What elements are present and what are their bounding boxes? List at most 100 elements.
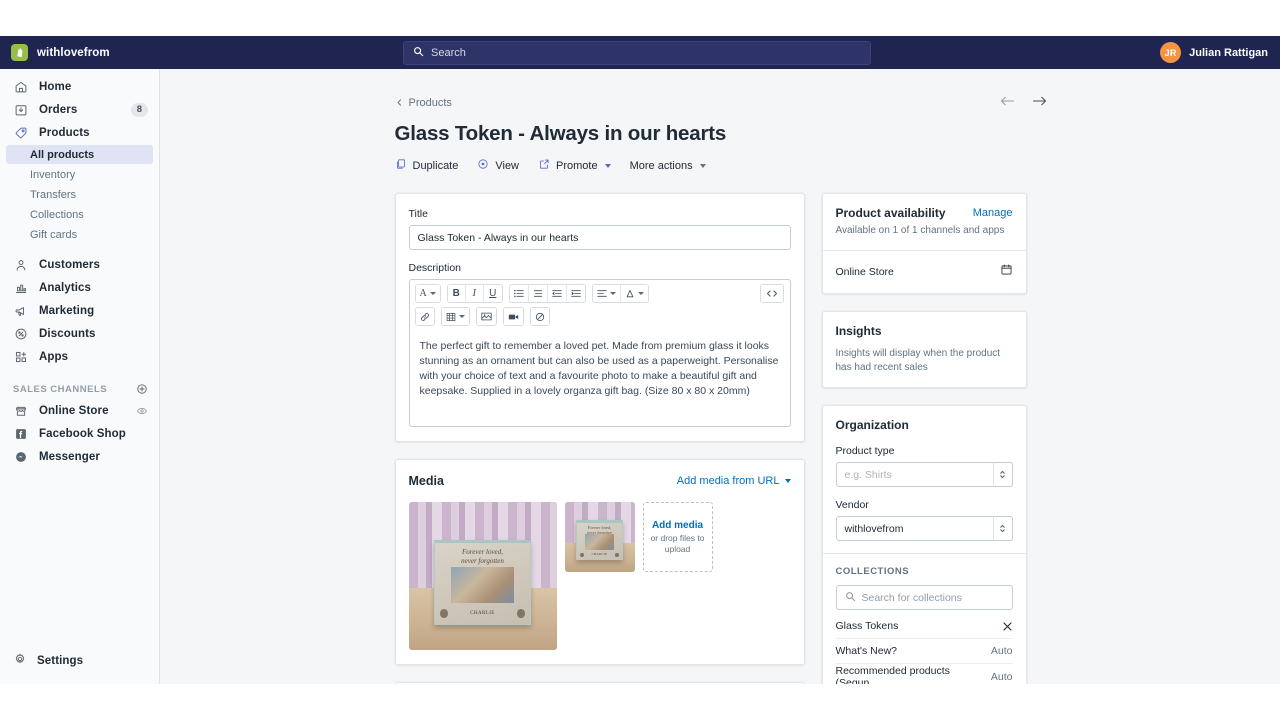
right-column: Product availability Manage Available on… xyxy=(821,193,1027,684)
sidebar-item-home[interactable]: Home xyxy=(0,76,159,98)
description-textarea[interactable]: The perfect gift to remember a loved pet… xyxy=(410,330,790,426)
photo-caption: Forever loved, never forgotten xyxy=(461,548,504,566)
product-page: Products Glass Token - Always in our hea… xyxy=(394,69,1047,684)
collection-auto-badge: Auto xyxy=(990,645,1013,657)
sidebar-subitem-label: Collections xyxy=(30,208,84,221)
product-photo-thumb[interactable]: Forever loved, never forgotten CHARLIE xyxy=(564,502,635,572)
sidebar-item-label: Apps xyxy=(39,351,69,363)
product-photo-large[interactable]: Forever loved, never forgotten CHARLIE xyxy=(408,502,557,650)
sidebar-item-all-products[interactable]: All products xyxy=(6,145,153,164)
user-menu[interactable]: JR Julian Rattigan xyxy=(1160,36,1268,69)
photo-nameplate: CHARLIE xyxy=(470,610,495,616)
title-input[interactable]: Glass Token - Always in our hearts xyxy=(408,225,791,250)
sidebar-item-customers[interactable]: Customers xyxy=(0,254,159,276)
underline-icon[interactable]: U xyxy=(483,285,502,302)
top-bar: withlovefrom Search JR Julian Rattigan xyxy=(0,36,1280,69)
sidebar-item-collections[interactable]: Collections xyxy=(6,205,153,224)
clear-formatting-icon[interactable] xyxy=(530,308,549,325)
bulleted-list-icon[interactable] xyxy=(509,285,529,302)
view-button[interactable]: View xyxy=(477,157,519,175)
add-media-from-url-button[interactable]: Add media from URL xyxy=(677,475,791,487)
breadcrumb: Products xyxy=(395,95,1047,111)
plus-circle-icon[interactable] xyxy=(136,383,148,395)
more-actions-button[interactable]: More actions xyxy=(630,160,706,172)
sidebar-item-online-store[interactable]: Online Store xyxy=(0,400,159,422)
add-media-dropzone[interactable]: Add media or drop files to upload xyxy=(642,502,713,572)
table-icon[interactable] xyxy=(441,308,469,325)
products-tag-icon xyxy=(13,125,29,141)
pricing-card-partial xyxy=(394,682,805,684)
sidebar-item-products[interactable]: Products xyxy=(0,122,159,144)
orders-icon xyxy=(13,102,29,118)
numbered-list-icon[interactable] xyxy=(528,285,548,302)
vendor-stepper[interactable] xyxy=(992,516,1013,541)
collection-name: What's New? xyxy=(835,645,898,657)
manage-availability-button[interactable]: Manage xyxy=(973,207,1013,219)
sidebar-subitem-label: Gift cards xyxy=(30,228,78,241)
collections-search-placeholder: Search for collections xyxy=(861,591,962,604)
product-type-stepper[interactable] xyxy=(992,462,1013,487)
vendor-input[interactable]: withlovefrom xyxy=(835,516,1013,541)
search-input[interactable]: Search xyxy=(403,40,871,65)
sidebar-item-marketing[interactable]: Marketing xyxy=(0,300,159,322)
html-code-icon[interactable] xyxy=(760,285,783,302)
apps-grid-icon xyxy=(13,349,29,365)
insert-image-icon[interactable] xyxy=(476,308,496,325)
arrow-right-icon[interactable] xyxy=(1032,95,1047,107)
breadcrumb-products-link[interactable]: Products xyxy=(395,94,452,112)
sidebar-nav: Home Orders 8 Products All products Inve… xyxy=(0,69,159,468)
chevron-down-icon xyxy=(699,164,706,168)
calendar-icon[interactable] xyxy=(1000,263,1013,281)
toolbar-group-format: B I U xyxy=(446,284,503,303)
toolbar-group-lists xyxy=(508,284,586,303)
gear-icon xyxy=(13,652,27,671)
sidebar-item-discounts[interactable]: Discounts xyxy=(0,323,159,345)
sidebar-item-label: Home xyxy=(39,81,72,93)
sidebar-item-apps[interactable]: Apps xyxy=(0,346,159,368)
sidebar-item-facebook-shop[interactable]: Facebook Shop xyxy=(0,423,159,445)
customers-icon xyxy=(13,257,29,273)
sidebar-item-settings[interactable]: Settings xyxy=(0,650,160,672)
sidebar-item-label: Analytics xyxy=(39,282,92,294)
sidebar-item-label: Settings xyxy=(37,655,84,667)
duplicate-icon xyxy=(395,157,407,175)
link-icon[interactable] xyxy=(415,308,434,325)
add-media-from-url-label: Add media from URL xyxy=(676,475,780,487)
online-store-row: Online Store xyxy=(836,263,1013,281)
duplicate-button[interactable]: Duplicate xyxy=(395,157,458,175)
toolbar-group-clear xyxy=(529,307,550,326)
sidebar-item-messenger[interactable]: Messenger xyxy=(0,446,159,468)
collection-row: What's New? Auto xyxy=(835,639,1013,664)
brand-home-link[interactable]: withlovefrom xyxy=(0,44,160,61)
bold-icon[interactable]: B xyxy=(447,285,466,302)
insert-video-icon[interactable] xyxy=(503,308,523,325)
search-icon xyxy=(845,591,856,605)
product-type-select-wrap: e.g. Shirts xyxy=(835,462,1013,487)
eye-icon[interactable] xyxy=(136,405,148,417)
availability-header: Product availability Manage Available on… xyxy=(823,194,1026,250)
align-icon[interactable] xyxy=(592,285,621,302)
sidebar-subitem-label: Transfers xyxy=(30,188,77,201)
sidebar-item-gift-cards[interactable]: Gift cards xyxy=(6,225,153,244)
sidebar-item-analytics[interactable]: Analytics xyxy=(0,277,159,299)
media-title: Media xyxy=(408,474,444,488)
collections-search-input[interactable]: Search for collections xyxy=(835,585,1013,610)
media-header: Media Add media from URL xyxy=(409,474,791,488)
indent-icon[interactable] xyxy=(566,285,585,302)
sidebar-item-label: Orders xyxy=(39,104,78,116)
arrow-left-icon[interactable] xyxy=(1000,95,1015,107)
font-style-icon[interactable]: A xyxy=(415,285,440,302)
product-type-input[interactable]: e.g. Shirts xyxy=(835,462,1013,487)
sidebar-item-label: Online Store xyxy=(39,405,109,417)
sidebar-item-orders[interactable]: Orders 8 xyxy=(0,99,159,121)
sidebar-item-transfers[interactable]: Transfers xyxy=(6,185,153,204)
text-color-icon[interactable] xyxy=(620,285,648,302)
italic-icon[interactable]: I xyxy=(465,285,484,302)
product-type-placeholder: e.g. Shirts xyxy=(844,468,892,481)
sidebar-item-inventory[interactable]: Inventory xyxy=(6,165,153,184)
outdent-icon[interactable] xyxy=(547,285,567,302)
avatar: JR xyxy=(1160,42,1182,63)
remove-collection-button[interactable] xyxy=(1002,621,1013,632)
promote-button[interactable]: Promote xyxy=(538,157,611,175)
sidebar-item-label: Marketing xyxy=(39,305,95,317)
